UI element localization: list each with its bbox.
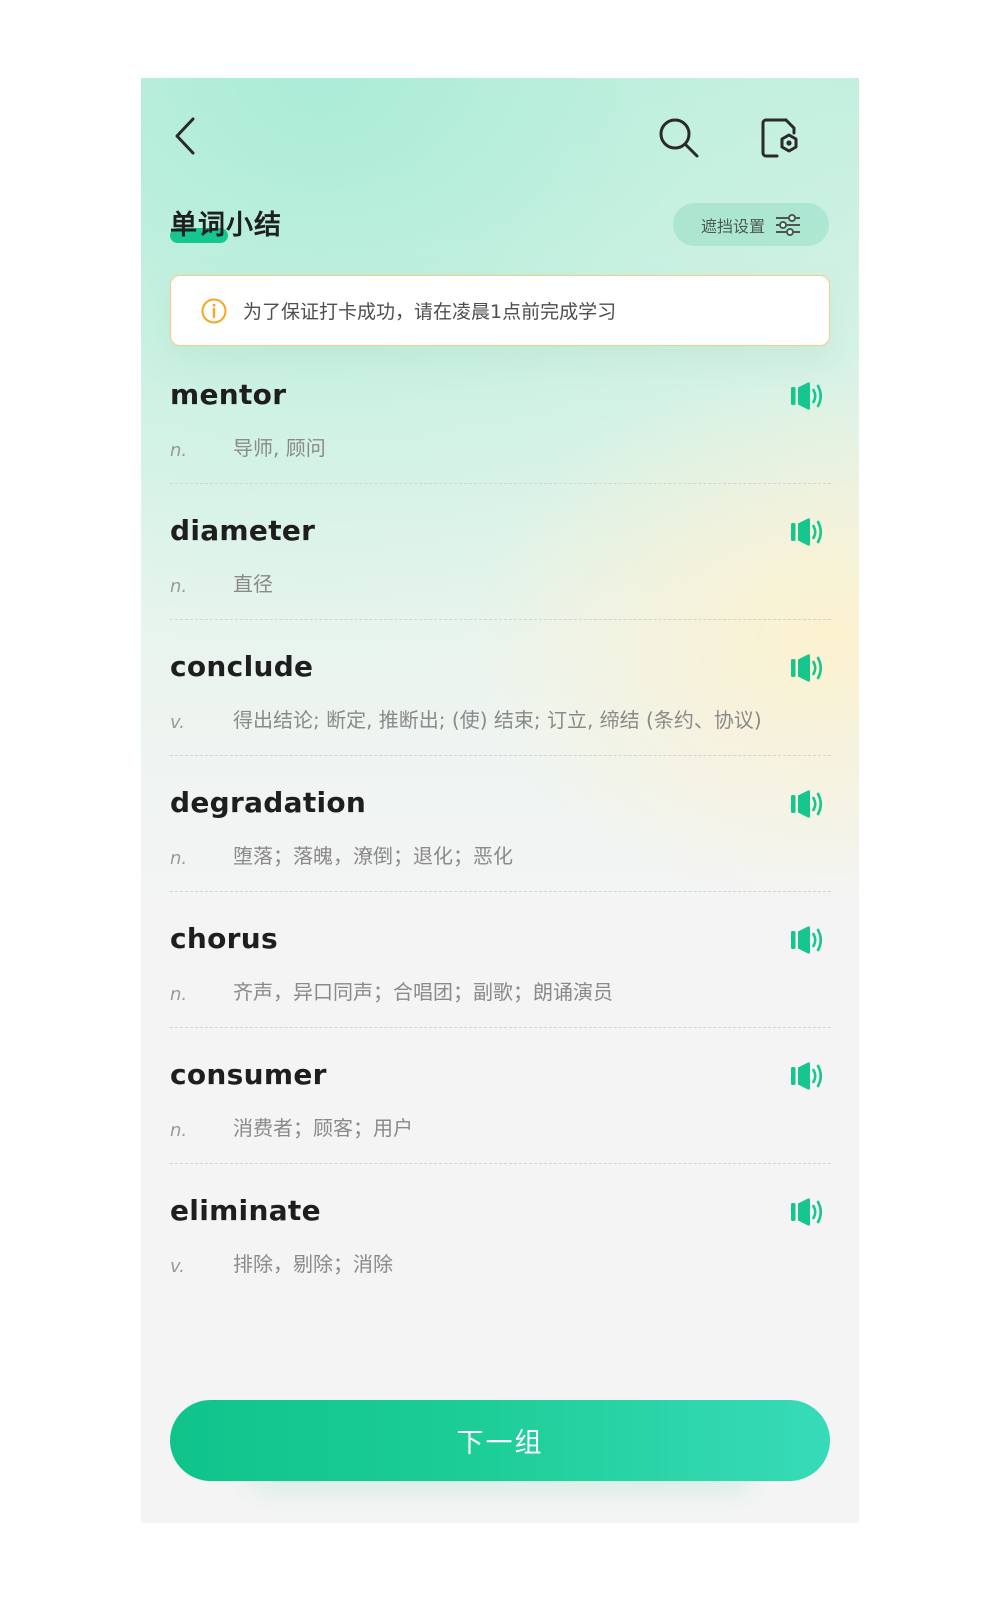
word-text: diameter — [170, 514, 316, 547]
word-meaning: 导师, 顾问 — [233, 436, 326, 460]
search-button[interactable] — [651, 110, 707, 166]
info-icon — [201, 298, 227, 323]
word-text: chorus — [170, 922, 278, 955]
chevron-left-icon — [175, 117, 195, 155]
word-item[interactable]: mentor n. 导师, 顾问 — [170, 348, 831, 484]
part-of-speech: v. — [170, 712, 185, 733]
sliders-icon — [776, 213, 800, 236]
next-group-button[interactable]: 下一组 — [170, 1400, 830, 1481]
part-of-speech: n. — [170, 848, 188, 869]
app-screen: 单词小结 遮挡设置 为了保证打卡成功，请在凌晨1点前完成学习 mentor n.… — [141, 78, 859, 1523]
word-text: conclude — [170, 650, 314, 683]
speaker-icon[interactable] — [790, 1061, 824, 1091]
part-of-speech: v. — [170, 1256, 185, 1277]
word-meaning: 排除，剔除；消除 — [233, 1252, 393, 1276]
part-of-speech: n. — [170, 576, 188, 597]
page-title-wrap: 单词小结 — [170, 204, 282, 248]
word-item[interactable]: consumer n. 消费者；顾客；用户 — [170, 1028, 831, 1164]
document-settings-icon — [761, 118, 798, 158]
part-of-speech: n. — [170, 1120, 188, 1141]
page-title: 单词小结 — [170, 210, 282, 241]
word-meaning: 齐声，异口同声；合唱团；副歌；朗诵演员 — [233, 980, 613, 1004]
speaker-icon[interactable] — [790, 789, 824, 819]
word-meaning: 得出结论; 断定, 推断出; (使) 结束; 订立, 缔结 (条约、协议) — [233, 708, 762, 732]
word-list: mentor n. 导师, 顾问 diameter n. 直径 conclude… — [170, 348, 831, 1300]
word-text: mentor — [170, 378, 287, 411]
part-of-speech: n. — [170, 440, 188, 461]
speaker-icon[interactable] — [790, 925, 824, 955]
mask-settings-button[interactable]: 遮挡设置 — [673, 203, 829, 246]
word-item[interactable]: chorus n. 齐声，异口同声；合唱团；副歌；朗诵演员 — [170, 892, 831, 1028]
back-button[interactable] — [161, 108, 211, 164]
word-text: eliminate — [170, 1194, 321, 1227]
speaker-icon[interactable] — [790, 653, 824, 683]
document-settings-button[interactable] — [753, 110, 809, 166]
word-meaning: 堕落；落魄，潦倒；退化；恶化 — [233, 844, 513, 868]
part-of-speech: n. — [170, 984, 188, 1005]
speaker-icon[interactable] — [790, 381, 824, 411]
speaker-icon[interactable] — [790, 517, 824, 547]
word-item[interactable]: degradation n. 堕落；落魄，潦倒；退化；恶化 — [170, 756, 831, 892]
word-meaning: 消费者；顾客；用户 — [233, 1116, 413, 1140]
word-meaning: 直径 — [233, 572, 273, 596]
word-text: consumer — [170, 1058, 327, 1091]
word-item[interactable]: diameter n. 直径 — [170, 484, 831, 620]
notice-text: 为了保证打卡成功，请在凌晨1点前完成学习 — [243, 301, 617, 323]
word-text: degradation — [170, 786, 367, 819]
search-icon — [659, 118, 699, 158]
speaker-icon[interactable] — [790, 1197, 824, 1227]
word-item[interactable]: eliminate v. 排除，剔除；消除 — [170, 1164, 831, 1300]
word-item[interactable]: conclude v. 得出结论; 断定, 推断出; (使) 结束; 订立, 缔… — [170, 620, 831, 756]
deadline-notice: 为了保证打卡成功，请在凌晨1点前完成学习 — [170, 275, 830, 346]
mask-settings-label: 遮挡设置 — [700, 216, 765, 236]
